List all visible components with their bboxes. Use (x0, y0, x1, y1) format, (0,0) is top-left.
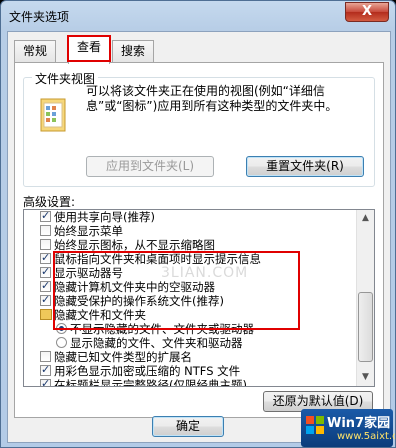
checkbox[interactable] (40, 377, 51, 386)
checkbox[interactable] (40, 279, 51, 293)
scroll-thumb[interactable] (358, 292, 373, 362)
ok-button[interactable]: 确定 (152, 416, 224, 437)
window-title: 文件夹选项 (9, 10, 70, 24)
dialog-client: 常规 查看 搜索 文件夹视图 可以将该文件夹正在使用的视图(例如“详细信息”或“… (7, 31, 391, 443)
checkbox[interactable] (40, 239, 51, 250)
title-bar[interactable]: 文件夹选项 X (1, 1, 395, 31)
tab-search[interactable]: 搜索 (112, 40, 155, 63)
watermark: 3LIAN.COM (161, 265, 249, 281)
windows-flag-icon (306, 416, 324, 434)
checkbox[interactable] (40, 363, 51, 377)
checkbox[interactable] (40, 265, 51, 279)
checkbox[interactable] (40, 251, 51, 265)
hidden-files-highlight-box (53, 251, 300, 330)
checkbox[interactable] (40, 293, 51, 307)
logo-title: Win7家园 (327, 416, 391, 431)
scroll-down-icon[interactable]: ▼ (357, 369, 374, 386)
tab-highlight-box (67, 35, 111, 62)
checkbox[interactable] (40, 210, 51, 223)
folder-options-window: 文件夹选项 X 常规 查看 搜索 文件夹视图 可以将该文件夹正在使用的视图(例如… (0, 0, 396, 448)
checkbox[interactable] (40, 351, 51, 362)
reset-folders-button[interactable]: 重置文件夹(R) (246, 156, 364, 177)
vertical-scrollbar[interactable]: ▲ ▼ (356, 210, 374, 386)
folder-views-group: 文件夹视图 可以将该文件夹正在使用的视图(例如“详细信息”或“图标”)应用到所有… (23, 70, 375, 187)
folder-icon (40, 309, 52, 320)
close-button[interactable]: X (345, 2, 389, 22)
checkbox[interactable] (40, 225, 51, 236)
apply-to-folders-button[interactable]: 应用到文件夹(L) (86, 156, 214, 177)
radio-button[interactable] (56, 337, 67, 348)
tab-general[interactable]: 常规 (14, 40, 57, 63)
scroll-up-icon[interactable]: ▲ (357, 210, 374, 227)
advanced-settings-label: 高级设置: (23, 195, 76, 209)
folder-views-description: 可以将该文件夹正在使用的视图(例如“详细信息”或“图标”)应用到所有这种类型的文… (86, 84, 338, 113)
logo-url: www.5aixt.com (337, 431, 395, 442)
view-tab-panel: 文件夹视图 可以将该文件夹正在使用的视图(例如“详细信息”或“图标”)应用到所有… (14, 62, 384, 418)
win7-logo: Win7家园 www.5aixt.com (301, 409, 395, 447)
folder-view-icon (40, 98, 66, 132)
